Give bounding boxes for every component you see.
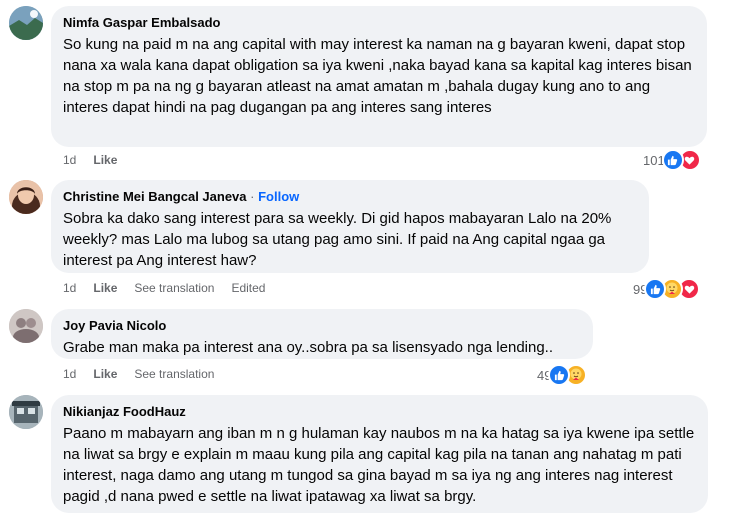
like-button[interactable]: Like <box>93 280 117 296</box>
comment-text: Sobra ka dako sang interest para sa week… <box>63 210 612 269</box>
comment-time[interactable]: 1d <box>63 280 76 296</box>
avatar[interactable] <box>9 309 43 343</box>
follow-button[interactable]: Follow <box>258 189 299 204</box>
reaction-summary[interactable]: 99 <box>633 278 701 300</box>
comment-author[interactable]: Christine Mei Bangcal Janeva <box>63 189 247 204</box>
comment-bubble: Nimfa Gaspar Embalsado So kung na paid m… <box>51 6 707 147</box>
edited-label[interactable]: Edited <box>231 280 265 296</box>
comment-author[interactable]: Nikianjaz FoodHauz <box>63 403 696 420</box>
comment-author[interactable]: Nimfa Gaspar Embalsado <box>63 14 695 31</box>
reaction-summary[interactable]: 101 <box>643 149 701 171</box>
separator-dot: · <box>250 189 255 204</box>
comment-time[interactable]: 1d <box>63 152 76 168</box>
comment-actions: 1d Like See translation Edited <box>63 280 282 296</box>
comment-text: Grabe man maka pa interest ana oy..sobra… <box>63 339 554 356</box>
comment-text: So kung na paid m na ang capital with ma… <box>63 36 692 116</box>
comment-text: Paano m mabayarn ang iban m n g hulaman … <box>63 425 695 505</box>
avatar[interactable] <box>9 180 43 214</box>
see-translation-link[interactable]: See translation <box>134 280 214 296</box>
avatar[interactable] <box>9 6 43 40</box>
comment-bubble: Nikianjaz FoodHauz Paano m mabayarn ang … <box>51 395 708 513</box>
see-translation-link[interactable]: See translation <box>134 366 214 382</box>
comment-actions: 1d Like See translation <box>63 366 231 382</box>
reaction-summary[interactable]: 49 <box>537 364 588 386</box>
comment-time[interactable]: 1d <box>63 366 76 382</box>
comment-bubble: Christine Mei Bangcal Janeva · Follow So… <box>51 180 649 273</box>
comment-actions: 1d Like <box>63 152 134 168</box>
comment-author-line: Christine Mei Bangcal Janeva · Follow <box>63 188 637 205</box>
avatar[interactable] <box>9 395 43 429</box>
like-button[interactable]: Like <box>93 366 117 382</box>
like-button[interactable]: Like <box>93 152 117 168</box>
like-icon <box>661 149 684 171</box>
comment-bubble: Joy Pavia Nicolo Grabe man maka pa inter… <box>51 309 593 359</box>
comment-author[interactable]: Joy Pavia Nicolo <box>63 317 581 334</box>
